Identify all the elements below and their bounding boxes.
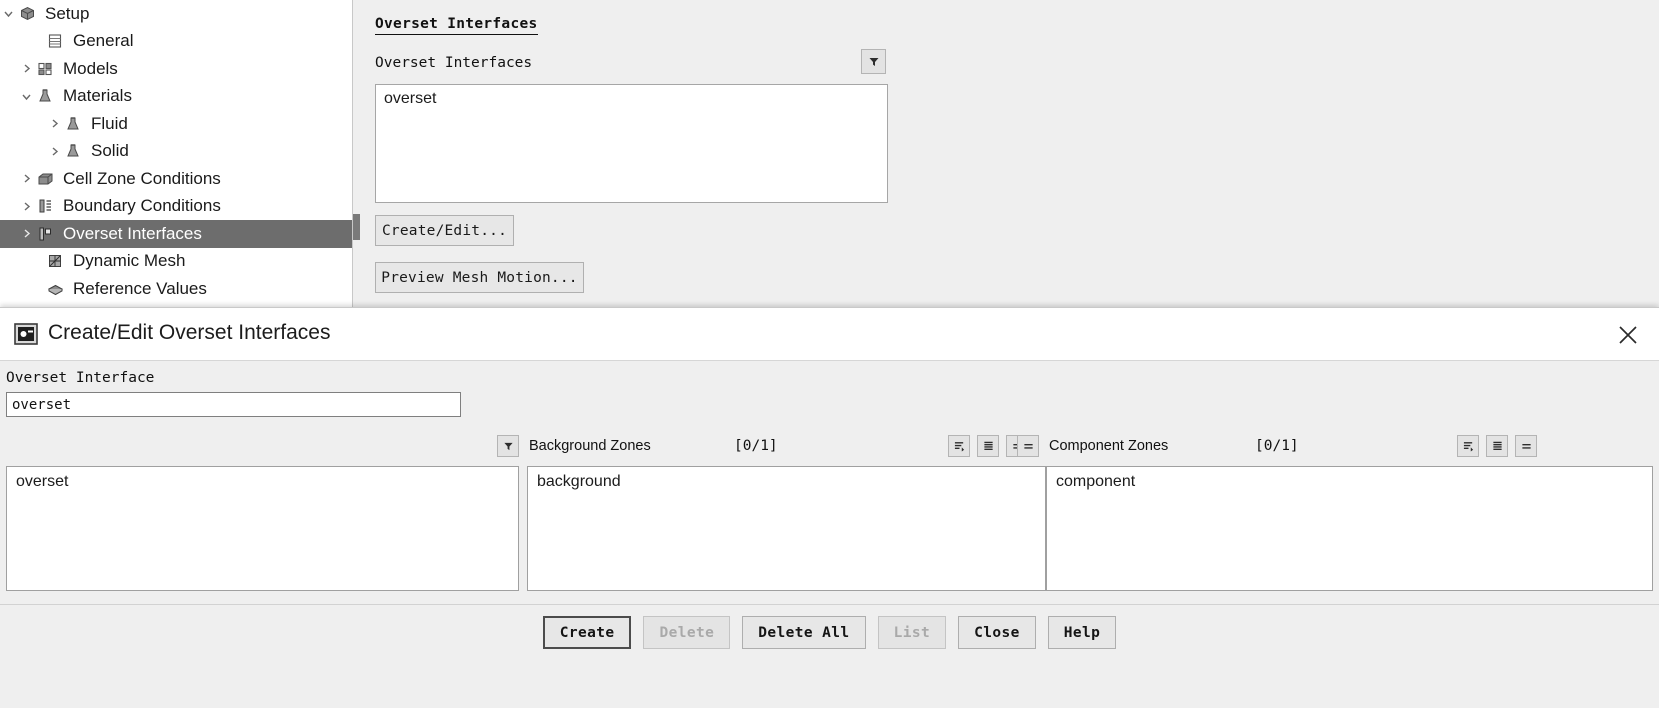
equal-icon[interactable] [1515, 435, 1537, 457]
general-icon [44, 33, 66, 49]
delete-all-button[interactable]: Delete All [742, 616, 866, 649]
background-zones-title: Background Zones [529, 438, 651, 454]
dynamic-mesh-icon [44, 253, 66, 269]
tree-item-boundary-conditions[interactable]: Boundary Conditions [0, 193, 370, 221]
tree-item-label: Models [63, 58, 118, 78]
models-icon [34, 61, 56, 77]
tree-item-overset-interfaces[interactable]: Overset Interfaces [0, 220, 370, 248]
setup-icon [16, 5, 38, 22]
tree-item-label: Reference Values [73, 278, 207, 298]
preview-mesh-motion-button[interactable]: Preview Mesh Motion... [375, 262, 584, 293]
help-button[interactable]: Help [1047, 616, 1117, 649]
task-page-overset-interfaces: Overset Interfaces Overset Interfaces ov… [361, 0, 1659, 312]
solid-icon [62, 143, 84, 159]
overset-icon [34, 226, 56, 242]
outline-tree[interactable]: Setup General Models Materials Fluid Sol… [0, 0, 370, 320]
dialog-window-icon [14, 323, 38, 345]
tree-item-materials[interactable]: Materials [0, 83, 370, 111]
list-view-icon[interactable] [977, 435, 999, 457]
close-button[interactable]: Close [958, 616, 1036, 649]
tree-item-label: Materials [63, 86, 132, 106]
chevron-right-icon[interactable] [18, 63, 34, 74]
splitter-grip[interactable] [353, 214, 360, 240]
filter-icon[interactable] [497, 435, 519, 457]
materials-icon [34, 88, 56, 104]
background-zones-list[interactable]: background [527, 466, 1046, 591]
create-edit-overset-interfaces-dialog: Create/Edit Overset Interfaces Overset I… [0, 307, 1659, 708]
component-zones-toolbar[interactable] [1457, 435, 1537, 457]
tree-item-label: Fluid [91, 113, 128, 133]
chevron-down-icon[interactable] [18, 91, 34, 102]
list-item[interactable]: background [528, 467, 1045, 491]
chevron-down-icon[interactable] [0, 8, 16, 19]
boundary-icon [34, 198, 56, 214]
tree-item-solid[interactable]: Solid [0, 138, 370, 166]
component-zones-count: [0/1] [1255, 438, 1299, 454]
dialog-title: Create/Edit Overset Interfaces [48, 321, 331, 344]
sort-icon[interactable] [1457, 435, 1479, 457]
tree-item-models[interactable]: Models [0, 55, 370, 83]
tree-item-dynamic-mesh[interactable]: Dynamic Mesh [0, 248, 370, 276]
equal-icon[interactable] [1017, 435, 1039, 457]
delete-button: Delete [643, 616, 731, 649]
create-edit-button[interactable]: Create/Edit... [375, 215, 514, 246]
component-zones-header: Component Zones [0/1] [1017, 433, 1653, 459]
overset-interfaces-label: Overset Interfaces [375, 55, 533, 71]
overset-interface-name-input[interactable] [6, 392, 461, 417]
overset-interface-label: Overset Interface [6, 370, 155, 386]
tree-item-label: Cell Zone Conditions [63, 168, 221, 188]
tree-item-cell-zone-conditions[interactable]: Cell Zone Conditions [0, 165, 370, 193]
overset-interfaces-list[interactable]: overset [375, 84, 888, 203]
chevron-right-icon[interactable] [18, 173, 34, 184]
list-view-icon[interactable] [1486, 435, 1508, 457]
footer-divider [0, 604, 1659, 605]
tree-item-fluid[interactable]: Fluid [0, 110, 370, 138]
tree-item-label: Overset Interfaces [63, 223, 202, 243]
reference-values-icon [44, 281, 66, 297]
filter-icon[interactable] [861, 49, 886, 74]
create-button[interactable]: Create [542, 616, 632, 649]
task-page-title: Overset Interfaces [375, 16, 538, 35]
tree-item-label: Boundary Conditions [63, 196, 221, 216]
background-zones-header: Background Zones [0/1] [497, 433, 1028, 459]
list-item[interactable]: component [1047, 467, 1652, 491]
fluid-icon [62, 116, 84, 132]
list-button: List [877, 616, 947, 649]
tree-item-label: Solid [91, 141, 129, 161]
tree-item-label: Setup [45, 3, 90, 23]
sort-icon[interactable] [948, 435, 970, 457]
background-zones-toolbar[interactable] [948, 435, 1028, 457]
chevron-right-icon[interactable] [46, 118, 62, 129]
tree-item-label: Dynamic Mesh [73, 251, 186, 271]
component-zones-title: Component Zones [1049, 438, 1169, 454]
list-item[interactable]: overset [7, 467, 518, 491]
tree-item-setup[interactable]: Setup [0, 0, 370, 28]
chevron-right-icon[interactable] [18, 228, 34, 239]
background-zones-count: [0/1] [734, 438, 778, 454]
chevron-right-icon[interactable] [46, 146, 62, 157]
list-item[interactable]: overset [376, 85, 887, 108]
overset-interface-list[interactable]: overset [6, 466, 519, 591]
cell-zone-icon [34, 171, 56, 187]
close-icon[interactable] [1614, 321, 1642, 349]
dialog-button-bar: Create Delete Delete All List Close Help [0, 616, 1659, 649]
component-zones-list[interactable]: component [1046, 466, 1653, 591]
tree-item-label: General [73, 31, 134, 51]
dialog-titlebar: Create/Edit Overset Interfaces [0, 308, 1659, 361]
chevron-right-icon[interactable] [18, 201, 34, 212]
tree-item-reference-values[interactable]: Reference Values [0, 275, 370, 303]
tree-item-general[interactable]: General [0, 28, 370, 56]
